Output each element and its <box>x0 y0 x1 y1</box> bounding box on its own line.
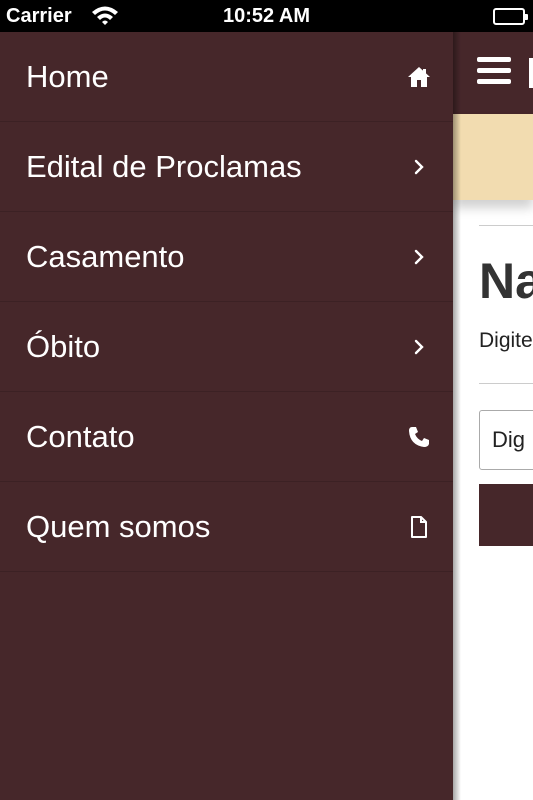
menu-item-home[interactable]: Home <box>0 32 453 122</box>
menu-item-quem-somos[interactable]: Quem somos <box>0 482 453 572</box>
hamburger-menu-icon[interactable] <box>477 57 511 85</box>
status-bar: Carrier 10:52 AM <box>0 0 533 32</box>
main-content-peek: Na Digite Dig <box>453 32 533 800</box>
logo-fragment <box>529 58 533 88</box>
battery-icon <box>493 8 528 25</box>
menu-item-edital-de-proclamas[interactable]: Edital de Proclamas <box>0 122 453 212</box>
chevron-right-icon <box>407 335 431 359</box>
menu-item-label: Casamento <box>26 238 185 274</box>
document-icon <box>407 515 431 539</box>
divider <box>479 225 533 226</box>
menu-item-label: Óbito <box>26 328 101 364</box>
divider <box>479 383 533 384</box>
menu-item-label: Quem somos <box>26 508 211 544</box>
page-title: Na <box>479 253 533 309</box>
menu-item-label: Contato <box>26 418 135 454</box>
page-subtitle: Digite <box>479 329 533 352</box>
menu-item-label: Home <box>26 58 109 94</box>
side-drawer-menu: Home Edital de Proclamas Casamento Óbito… <box>0 32 453 800</box>
home-icon <box>407 65 431 89</box>
menu-item-label: Edital de Proclamas <box>26 148 302 184</box>
app-header <box>453 32 533 114</box>
banner <box>453 114 533 200</box>
search-input[interactable]: Dig <box>479 410 533 470</box>
phone-icon <box>407 425 431 449</box>
chevron-right-icon <box>407 245 431 269</box>
menu-item-contato[interactable]: Contato <box>0 392 453 482</box>
chevron-right-icon <box>407 155 431 179</box>
submit-button[interactable] <box>479 484 533 546</box>
menu-item-obito[interactable]: Óbito <box>0 302 453 392</box>
search-input-value: Dig <box>492 427 526 452</box>
clock: 10:52 AM <box>222 5 311 27</box>
menu-item-casamento[interactable]: Casamento <box>0 212 453 302</box>
